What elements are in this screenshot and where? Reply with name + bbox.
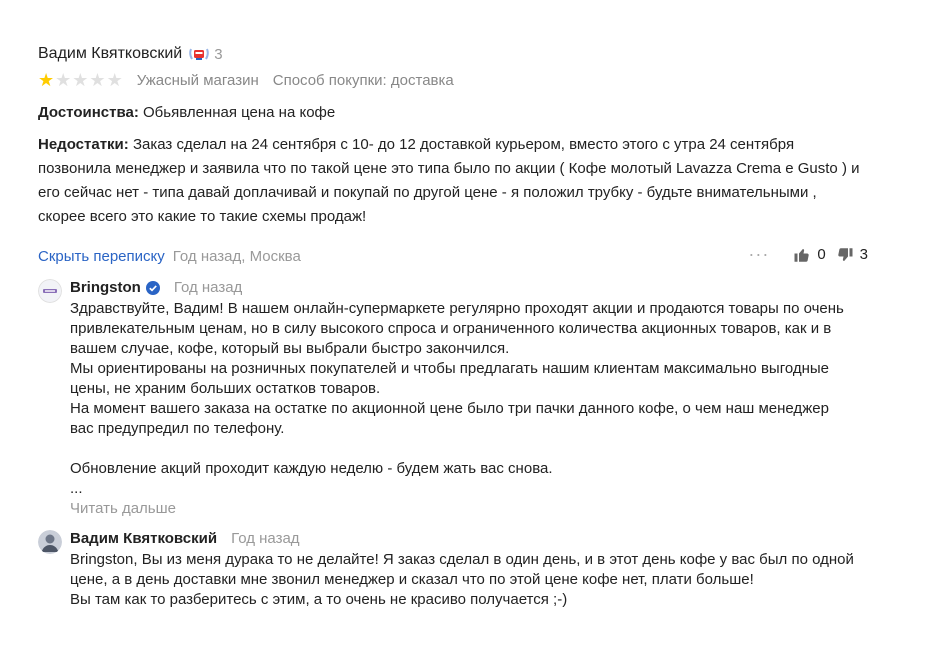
review-cons: Недостатки: Заказ сделал на 24 сентября … bbox=[38, 133, 868, 229]
thumbs-up-icon bbox=[794, 248, 810, 262]
author-review-count: 3 bbox=[214, 45, 223, 63]
reply-line: Вы там как то разберитесь с этим, а то о… bbox=[70, 591, 568, 608]
shop-logo-icon bbox=[38, 279, 62, 303]
reply-line: вас предупредил по телефону. bbox=[70, 420, 285, 437]
hide-thread-link[interactable]: Скрыть переписку bbox=[38, 248, 165, 265]
star-icon: ★ bbox=[38, 70, 55, 90]
pros-label: Достоинства: bbox=[38, 104, 139, 121]
cons-text: Заказ сделал на 24 сентября с 10- до 12 … bbox=[38, 136, 860, 225]
rating-label: Ужасный магазин bbox=[136, 71, 259, 89]
purchase-method: Способ покупки: доставка bbox=[272, 71, 454, 89]
user-reply-name[interactable]: Вадим Квятковский bbox=[70, 530, 217, 547]
user-reply-header: Вадим Квятковский Год назад bbox=[70, 530, 300, 547]
verified-icon bbox=[145, 280, 160, 295]
avatar bbox=[38, 530, 62, 554]
star-icon: ★ bbox=[55, 70, 72, 90]
reply-line: вашем случае, кофе, который вы выбрали б… bbox=[70, 340, 510, 357]
like-button[interactable]: 0 bbox=[793, 246, 826, 264]
reply-line bbox=[70, 439, 870, 459]
laurel-badge-icon bbox=[189, 48, 209, 60]
pros-text: Обьявленная цена на кофе bbox=[143, 104, 336, 121]
review-pros: Достоинства: Обьявленная цена на кофе bbox=[38, 101, 868, 125]
review-actions-row: Скрыть переписку Год назад, Москва ··· 0… bbox=[38, 244, 868, 268]
review-meta-row: ★ ★ ★ ★ ★ Ужасный магазин Способ покупки… bbox=[38, 71, 468, 89]
dislike-button[interactable]: 3 bbox=[836, 246, 868, 264]
user-reply-date: Год назад bbox=[231, 530, 300, 547]
reply-line: цены, не храним больших остатков товаров… bbox=[70, 380, 381, 397]
user-avatar-icon bbox=[38, 530, 62, 554]
dislike-count: 3 bbox=[859, 246, 868, 263]
like-count: 0 bbox=[817, 246, 826, 263]
user-reply-text: Bringston, Вы из меня дурака то не делай… bbox=[70, 550, 870, 610]
reply-line: Обновление акций проходит каждую неделю … bbox=[70, 460, 553, 477]
review-author-row: Вадим Квятковский 3 bbox=[38, 45, 223, 63]
shop-avatar bbox=[38, 279, 62, 303]
read-more-link[interactable]: Читать дальше bbox=[70, 499, 870, 519]
cons-label: Недостатки: bbox=[38, 136, 129, 153]
shop-reply-text: Здравствуйте, Вадим! В нашем онлайн-супе… bbox=[70, 299, 870, 519]
shop-reply-header: Bringston Год назад bbox=[70, 279, 242, 296]
shop-name[interactable]: Bringston bbox=[70, 279, 141, 296]
reply-line: ... bbox=[70, 480, 83, 497]
reply-line: На момент вашего заказа на остатке по ак… bbox=[70, 400, 829, 417]
star-icon: ★ bbox=[89, 70, 106, 90]
review-date-location: Год назад, Москва bbox=[172, 247, 301, 265]
star-icon: ★ bbox=[106, 70, 123, 90]
star-icon: ★ bbox=[72, 70, 89, 90]
more-options-icon[interactable]: ··· bbox=[748, 244, 769, 265]
shop-reply-date: Год назад bbox=[173, 279, 243, 296]
rating-stars: ★ ★ ★ ★ ★ bbox=[38, 71, 123, 89]
reply-line: Здравствуйте, Вадим! В нашем онлайн-супе… bbox=[70, 300, 844, 317]
reply-line: привлекательным ценам, но в силу высоког… bbox=[70, 320, 832, 337]
reply-line: цене, а в день доставки мне звонил менед… bbox=[70, 571, 754, 588]
author-level-badge[interactable]: 3 bbox=[188, 45, 223, 63]
review-author-name[interactable]: Вадим Квятковский bbox=[38, 45, 182, 63]
vote-controls: ··· 0 3 bbox=[748, 244, 868, 265]
user-reply: Вадим Квятковский Год назад Bringston, В… bbox=[38, 530, 868, 620]
reply-line: Мы ориентированы на розничных покупателе… bbox=[70, 360, 830, 377]
shop-reply: Bringston Год назад Здравствуйте, Вадим!… bbox=[38, 279, 868, 519]
thumbs-down-icon bbox=[837, 247, 853, 261]
reply-line: Bringston, Вы из меня дурака то не делай… bbox=[70, 551, 854, 568]
